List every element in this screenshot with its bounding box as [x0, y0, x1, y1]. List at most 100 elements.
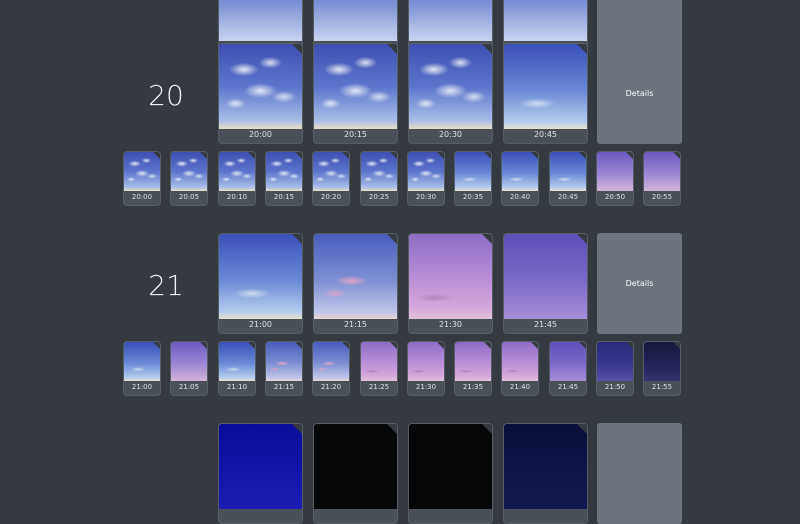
snapshot-card[interactable]: 20:45	[503, 43, 588, 144]
corner-fold-icon	[626, 342, 633, 349]
snapshot-time-label	[219, 507, 302, 523]
snapshot-time-label: 21:10	[226, 383, 248, 391]
snapshot-card[interactable]: 20:30	[408, 43, 493, 144]
corner-fold-icon	[390, 152, 397, 159]
corner-fold-icon	[387, 424, 397, 434]
snapshot-time-label: 20:15	[343, 130, 368, 139]
snapshot-card[interactable]	[503, 423, 588, 524]
snapshot-time-label: 20:25	[368, 193, 390, 201]
snapshot-thumbnail[interactable]: 20:40	[501, 151, 539, 206]
corner-fold-icon	[579, 152, 586, 159]
snapshot-thumbnail[interactable]: 21:50	[596, 341, 634, 396]
corner-fold-icon	[295, 342, 302, 349]
snapshot-time-label: 20:35	[462, 193, 484, 201]
corner-fold-icon	[577, 424, 587, 434]
details-button[interactable]	[597, 423, 682, 524]
snapshot-thumbnail[interactable]: 21:25	[360, 341, 398, 396]
corner-fold-icon	[248, 342, 255, 349]
snapshot-thumbnail[interactable]: 20:10	[218, 151, 256, 206]
sky-image	[314, 234, 397, 319]
snapshot-thumbnail[interactable]: 20:05	[170, 151, 208, 206]
corner-fold-icon	[153, 152, 160, 159]
snapshot-thumbnail[interactable]: 21:05	[170, 341, 208, 396]
snapshot-thumbnail[interactable]: 20:35	[454, 151, 492, 206]
snapshot-card[interactable]: 21:15	[313, 233, 398, 334]
corner-fold-icon	[295, 152, 302, 159]
snapshot-time-label: 21:15	[273, 383, 295, 391]
corner-fold-icon	[673, 152, 680, 159]
snapshot-thumbnail[interactable]: 21:45	[549, 341, 587, 396]
snapshot-time-label: 20:00	[131, 193, 153, 201]
snapshot-thumbnail[interactable]: 21:10	[218, 341, 256, 396]
corner-fold-icon	[387, 234, 397, 244]
snapshot-card[interactable]: 21:30	[408, 233, 493, 334]
corner-fold-icon	[292, 424, 302, 434]
snapshot-time-label: 20:05	[178, 193, 200, 201]
snapshot-thumbnail[interactable]: 20:25	[360, 151, 398, 206]
sky-image	[219, 44, 302, 129]
snapshot-card[interactable]: 21:00	[218, 233, 303, 334]
snapshot-thumbnail[interactable]: 20:50	[596, 151, 634, 206]
corner-fold-icon	[484, 342, 491, 349]
sky-image	[504, 234, 587, 319]
snapshot-thumbnail[interactable]: 20:45	[549, 151, 587, 206]
snapshot-thumbnail[interactable]: 21:30	[407, 341, 445, 396]
snapshot-time-label: 21:40	[509, 383, 531, 391]
snapshot-thumbnail[interactable]: 21:20	[312, 341, 350, 396]
hour-heading: 20	[148, 79, 184, 112]
sky-image	[504, 44, 587, 129]
corner-fold-icon	[342, 342, 349, 349]
snapshot-time-label: 21:50	[604, 383, 626, 391]
corner-fold-icon	[200, 152, 207, 159]
snapshot-card[interactable]	[313, 423, 398, 524]
snapshot-thumbnail[interactable]: 21:00	[123, 341, 161, 396]
corner-fold-icon	[626, 152, 633, 159]
snapshot-card[interactable]: 20:15	[313, 43, 398, 144]
corner-fold-icon	[437, 342, 444, 349]
corner-fold-icon	[248, 152, 255, 159]
sky-image	[314, 44, 397, 129]
snapshot-card[interactable]: 21:45	[503, 233, 588, 334]
snapshot-thumbnail[interactable]: 21:15	[265, 341, 303, 396]
corner-fold-icon	[673, 342, 680, 349]
snapshot-card[interactable]: 20:00	[218, 43, 303, 144]
snapshot-thumbnail[interactable]: 20:20	[312, 151, 350, 206]
snapshot-card[interactable]	[218, 423, 303, 524]
snapshot-thumbnail[interactable]: 21:55	[643, 341, 681, 396]
corner-fold-icon	[153, 342, 160, 349]
snapshot-time-label: 20:50	[604, 193, 626, 201]
sky-image	[409, 44, 492, 129]
details-button[interactable]: Details	[597, 233, 682, 334]
corner-fold-icon	[342, 152, 349, 159]
snapshot-time-label: 21:30	[415, 383, 437, 391]
snapshot-time-label	[314, 507, 397, 523]
snapshot-time-label: 20:15	[273, 193, 295, 201]
snapshot-time-label: 20:10	[226, 193, 248, 201]
snapshot-thumbnail[interactable]: 21:40	[501, 341, 539, 396]
snapshot-time-label: 20:45	[557, 193, 579, 201]
snapshot-thumbnail[interactable]: 20:15	[265, 151, 303, 206]
corner-fold-icon	[577, 234, 587, 244]
snapshot-time-label	[504, 507, 587, 523]
corner-fold-icon	[531, 152, 538, 159]
snapshot-time-label: 21:20	[320, 383, 342, 391]
snapshot-time-label: 21:00	[131, 383, 153, 391]
snapshot-time-label: 20:30	[415, 193, 437, 201]
corner-fold-icon	[482, 234, 492, 244]
snapshot-thumbnail[interactable]: 21:35	[454, 341, 492, 396]
snapshot-thumbnail[interactable]: 20:00	[123, 151, 161, 206]
sky-image	[314, 0, 397, 41]
snapshot-time-label: 21:00	[248, 320, 273, 329]
corner-fold-icon	[484, 152, 491, 159]
snapshot-time-label: 21:15	[343, 320, 368, 329]
snapshot-thumbnail[interactable]: 20:55	[643, 151, 681, 206]
snapshot-thumbnail[interactable]: 20:30	[407, 151, 445, 206]
corner-fold-icon	[437, 152, 444, 159]
snapshot-card[interactable]	[408, 423, 493, 524]
sky-image	[409, 234, 492, 319]
details-button[interactable]: Details	[597, 43, 682, 144]
snapshot-time-label: 21:55	[651, 383, 673, 391]
sky-image	[314, 424, 397, 509]
hour-heading: 21	[148, 269, 184, 302]
sky-image	[409, 0, 492, 41]
